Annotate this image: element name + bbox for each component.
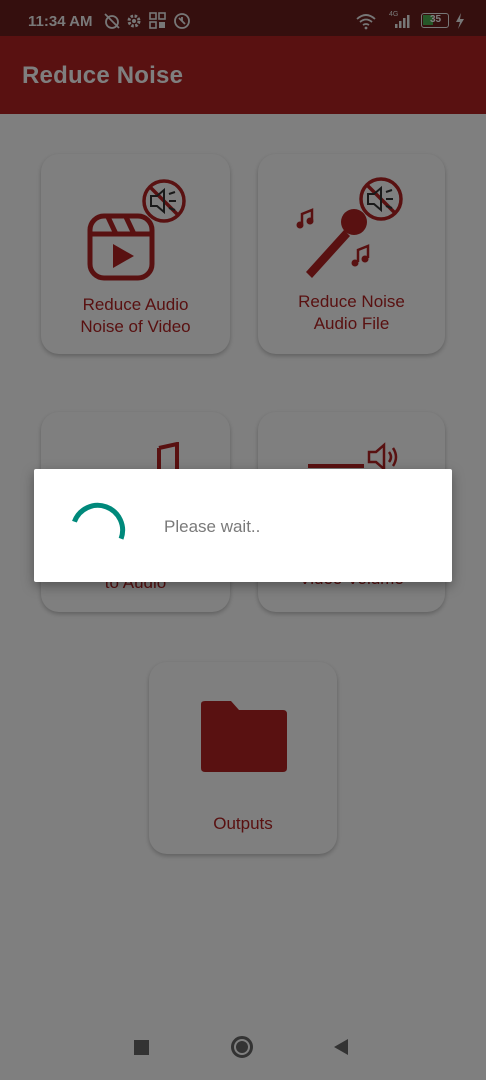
loading-spinner-icon (72, 502, 126, 540)
dialog-message: Please wait.. (164, 517, 261, 536)
